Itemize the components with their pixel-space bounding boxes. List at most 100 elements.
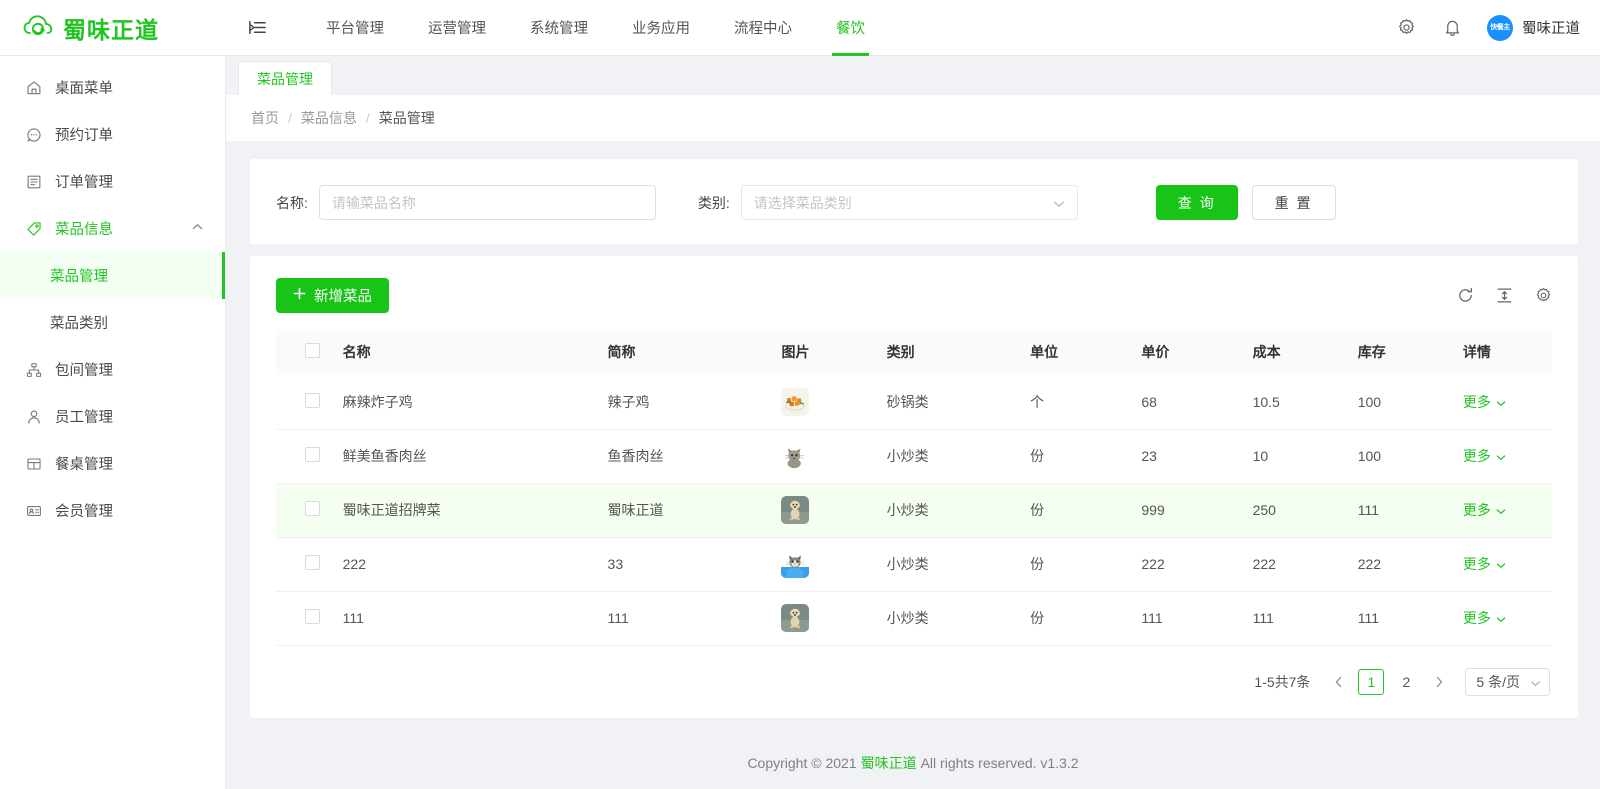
- name-search-input[interactable]: [318, 185, 656, 220]
- topnav-item-platform[interactable]: 平台管理: [304, 0, 406, 56]
- kitten-photo[interactable]: [781, 550, 810, 578]
- table-action-icons: [1457, 287, 1552, 304]
- sidebar-item-order-management[interactable]: 订单管理: [0, 158, 225, 205]
- pagination-page-1[interactable]: 1: [1358, 668, 1385, 695]
- pagination-page-2[interactable]: 2: [1393, 669, 1419, 695]
- chevron-right-icon[interactable]: [1428, 669, 1450, 695]
- chevron-down-icon: [1496, 610, 1506, 626]
- row-select-cell: [276, 591, 335, 646]
- cat-photo[interactable]: [781, 442, 810, 470]
- gear-icon[interactable]: [1535, 287, 1552, 304]
- cell-name: 222: [334, 537, 600, 592]
- cell-image: [773, 483, 879, 538]
- sidebar-item-label: 包间管理: [55, 363, 113, 379]
- table-row[interactable]: 麻辣炸子鸡 辣子鸡 砂锅类 个 68 10.5 100 更多: [276, 375, 1552, 430]
- sidebar-item-label: 桌面菜单: [55, 81, 113, 97]
- sidebar-item-dish-info[interactable]: 菜品信息: [0, 205, 225, 252]
- cell-price: 222: [1133, 537, 1245, 592]
- cell-unit: 份: [1022, 429, 1134, 484]
- row-checkbox[interactable]: [304, 392, 320, 408]
- cell-name: 鲜美鱼香肉丝: [334, 429, 600, 484]
- topnav-item-catering[interactable]: 餐饮: [814, 0, 887, 56]
- cell-short-name: 蜀味正道: [599, 483, 774, 538]
- sidebar-item-label: 餐桌管理: [55, 457, 113, 473]
- cloud-refresh-icon: [22, 12, 54, 44]
- table-row[interactable]: 蜀味正道招牌菜 蜀味正道 小炒类 份 999 250 111 更多: [276, 483, 1552, 538]
- spicy-chicken-photo[interactable]: [781, 387, 810, 416]
- search-button[interactable]: 查 询: [1155, 185, 1238, 220]
- chevron-left-icon[interactable]: [1327, 669, 1349, 695]
- more-dropdown[interactable]: 更多: [1463, 608, 1506, 628]
- footer-suffix: All rights reserved. v1.3.2: [920, 755, 1079, 771]
- list-icon: [24, 174, 44, 190]
- table-row[interactable]: 222 33 小炒类 份 222 222 222 更多: [276, 537, 1552, 592]
- row-select-cell: [276, 537, 335, 592]
- category-select[interactable]: 请选择菜品类别: [740, 185, 1078, 220]
- filter-row: 名称: 类别: 请选择菜品类别: [276, 185, 1552, 220]
- plus-icon: [293, 287, 306, 304]
- row-checkbox[interactable]: [304, 609, 320, 624]
- bell-icon[interactable]: [1429, 0, 1475, 56]
- topnav-item-operation[interactable]: 运营管理: [406, 0, 508, 56]
- sidebar-item-room-management[interactable]: 包间管理: [0, 346, 225, 393]
- breadcrumb-item-dish-info[interactable]: 菜品信息: [301, 108, 357, 128]
- page-size-select[interactable]: 5 条/页: [1465, 667, 1550, 696]
- dog-photo[interactable]: [781, 496, 810, 524]
- tab-dish-management[interactable]: 菜品管理: [238, 61, 332, 95]
- column-header-short-name: 简称: [599, 329, 774, 375]
- row-checkbox[interactable]: [304, 555, 320, 570]
- topnav-item-workflow[interactable]: 流程中心: [712, 0, 814, 56]
- sidebar-item-dish-management[interactable]: 菜品管理: [0, 252, 225, 299]
- sidebar-item-reservation-orders[interactable]: 预约订单: [0, 111, 225, 158]
- category-filter-label: 类别:: [697, 194, 730, 211]
- breadcrumb-item-current: 菜品管理: [378, 110, 435, 126]
- row-checkbox[interactable]: [304, 447, 320, 462]
- cell-stock: 222: [1349, 537, 1455, 592]
- page-size-value: 5 条/页: [1476, 673, 1520, 690]
- row-checkbox[interactable]: [304, 501, 320, 516]
- message-icon: [24, 127, 44, 143]
- dog-photo[interactable]: [781, 604, 810, 632]
- topnav-item-business[interactable]: 业务应用: [610, 0, 712, 56]
- chevron-down-icon: [1496, 448, 1506, 464]
- sidebar-subitem-label: 菜品管理: [50, 269, 108, 285]
- cell-category: 小炒类: [878, 537, 1023, 592]
- reload-icon[interactable]: [1457, 287, 1474, 304]
- reset-button[interactable]: 重 置: [1251, 185, 1336, 220]
- sidebar-item-dining-table-management[interactable]: 餐桌管理: [0, 440, 225, 487]
- table-icon: [24, 456, 44, 472]
- table-row[interactable]: 111 111 小炒类 份 111 111 111 更多: [276, 591, 1552, 646]
- add-dish-button[interactable]: 新增菜品: [276, 278, 389, 313]
- more-dropdown[interactable]: 更多: [1463, 446, 1506, 466]
- menu-fold-icon[interactable]: [240, 0, 274, 56]
- dish-table: 名称 简称 图片 类别 单位 单价 成本 库存 详情 麻辣炸子鸡 辣子鸡 砂锅类…: [276, 329, 1552, 646]
- cell-detail: 更多: [1454, 537, 1552, 592]
- cell-detail: 更多: [1454, 429, 1552, 484]
- chevron-down-icon: [1530, 674, 1541, 690]
- sidebar-item-desktop-menu[interactable]: 桌面菜单: [0, 64, 225, 111]
- row-select-cell: [276, 429, 335, 484]
- topnav-item-system[interactable]: 系统管理: [508, 0, 610, 56]
- pagination-total: 1-5共7条: [1254, 673, 1311, 690]
- more-dropdown[interactable]: 更多: [1463, 392, 1506, 412]
- cell-unit: 个: [1022, 375, 1134, 430]
- user-menu[interactable]: 快餐主 蜀味正道: [1475, 14, 1580, 41]
- brand-logo[interactable]: 蜀味正道: [0, 0, 226, 56]
- select-all-checkbox[interactable]: [304, 343, 320, 358]
- cell-image: [773, 375, 879, 430]
- avatar-text: 快餐主: [1490, 24, 1510, 31]
- sidebar-item-member-management[interactable]: 会员管理: [0, 487, 225, 534]
- cell-detail: 更多: [1454, 375, 1552, 430]
- more-dropdown[interactable]: 更多: [1463, 554, 1506, 574]
- breadcrumb-item-home[interactable]: 首页: [251, 108, 279, 128]
- table-toolbar: 新增菜品: [276, 278, 1552, 313]
- gear-icon[interactable]: [1383, 0, 1429, 56]
- cell-short-name: 鱼香肉丝: [599, 429, 774, 484]
- cell-stock: 100: [1349, 375, 1455, 430]
- table-row[interactable]: 鲜美鱼香肉丝 鱼香肉丝 小炒类 份 23 10 100 更多: [276, 429, 1552, 484]
- tag-icon: [24, 221, 44, 237]
- more-dropdown[interactable]: 更多: [1463, 500, 1506, 520]
- column-height-icon[interactable]: [1496, 287, 1513, 304]
- sidebar-item-dish-category[interactable]: 菜品类别: [0, 299, 225, 346]
- sidebar-item-staff-management[interactable]: 员工管理: [0, 393, 225, 440]
